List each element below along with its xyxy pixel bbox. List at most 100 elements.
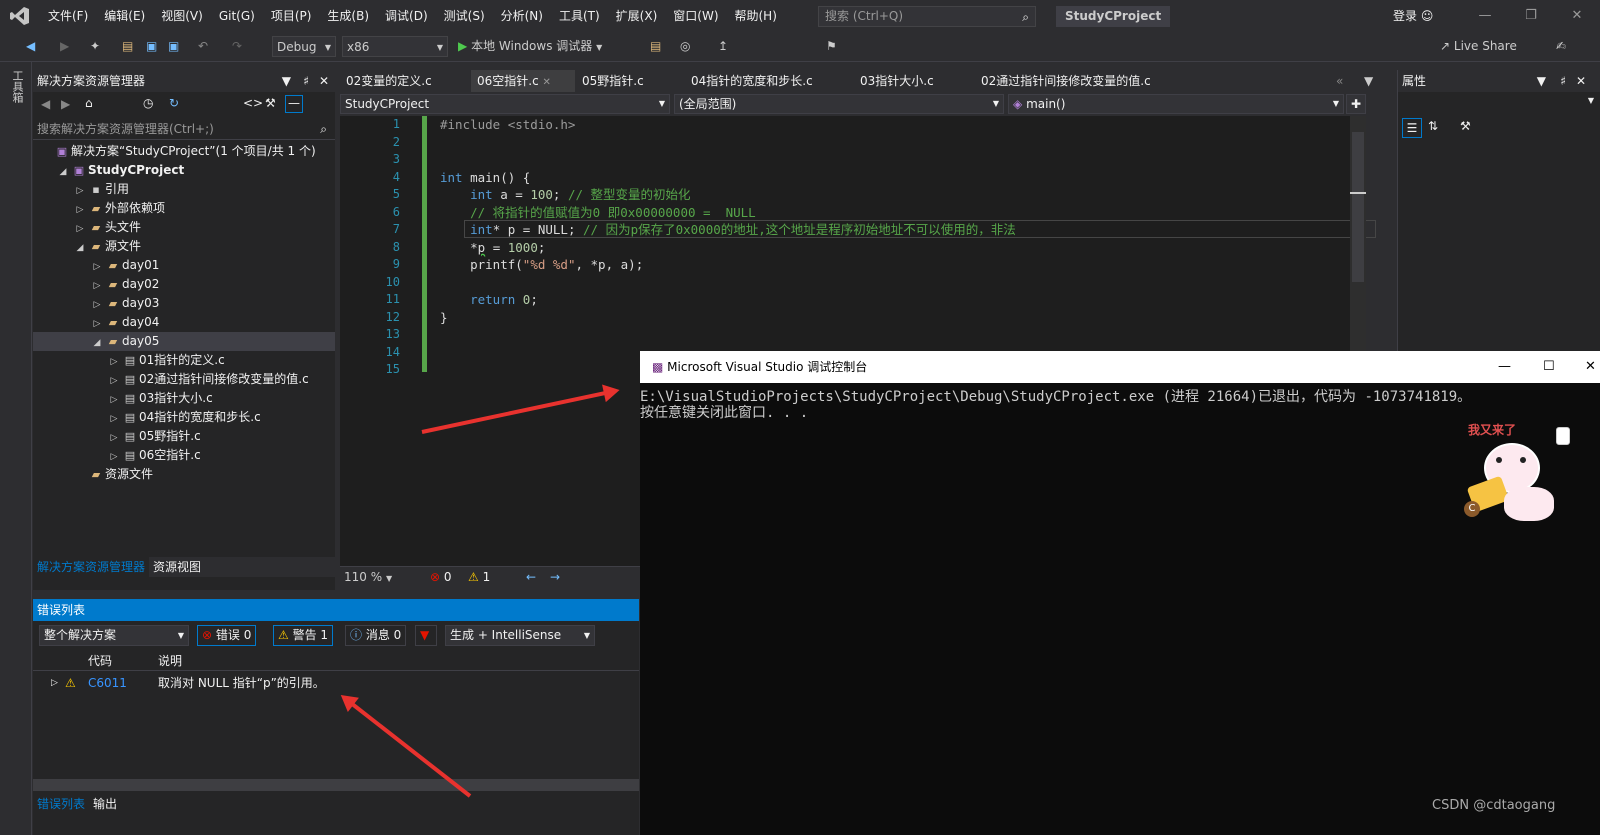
dropdown-icon[interactable]: ▼ [1537, 70, 1546, 92]
undo-icon[interactable]: ↶ [198, 36, 208, 57]
expand-icon[interactable]: ▷ [51, 673, 58, 693]
tree-item[interactable]: ▣ 解决方案“StudyCProject”(1 个项目/共 1 个) [33, 142, 335, 161]
tab-output[interactable]: 输出 [89, 794, 121, 814]
menu-item[interactable]: 分析(N) [493, 0, 551, 32]
forward-icon[interactable]: ▶ [61, 97, 70, 111]
forward-icon[interactable]: ▶ [60, 36, 69, 57]
global-search-input[interactable]: 搜索 (Ctrl+Q) ⌕ [818, 6, 1036, 27]
tree-item[interactable]: ◢ ▰ day05 [33, 332, 335, 351]
console-minimize-button[interactable]: — [1498, 351, 1511, 383]
open-folder-icon[interactable]: ▤ [122, 36, 133, 57]
nav-function-select[interactable]: ◈ main() ▼ [1008, 94, 1344, 114]
debug-console-window[interactable]: ▩ Microsoft Visual Studio 调试控制台 — ☐ ✕ E:… [640, 351, 1600, 835]
properties-selector[interactable]: ▼ [1398, 92, 1600, 116]
next-issue-icon[interactable]: → [550, 569, 560, 586]
split-icon[interactable]: ✚ [1346, 94, 1366, 114]
tree-item[interactable]: ▷ ▤ 04指针的宽度和步长.c [33, 408, 335, 427]
redo-icon[interactable]: ↷ [232, 36, 242, 57]
tab-file[interactable]: 02通过指针间接修改变量的值.c [975, 70, 1295, 92]
tree-item[interactable]: ▷ ▰ day03 [33, 294, 335, 313]
error-count[interactable]: ⊗ 0 [430, 569, 452, 586]
alphabetical-icon[interactable]: ⇅ [1428, 119, 1438, 133]
tab-error-list[interactable]: 错误列表 [33, 794, 89, 814]
categorized-icon[interactable]: ☰ [1402, 118, 1422, 138]
save-all-icon[interactable]: ▣ [168, 36, 179, 57]
menu-item[interactable]: 项目(P) [263, 0, 320, 32]
menu-item[interactable]: 文件(F) [40, 0, 96, 32]
tab-dropdown-icon[interactable]: ▼ [1358, 70, 1373, 92]
errors-filter-button[interactable]: ⊗ 错误 0 [197, 625, 257, 646]
back-icon[interactable]: ◀ [26, 36, 35, 57]
horizontal-scrollbar[interactable] [33, 779, 639, 791]
tab-overflow-icon[interactable]: « [1330, 70, 1343, 92]
login-button[interactable]: 登录 ☺ [1393, 0, 1433, 32]
browse-icon[interactable]: ◎ [680, 36, 690, 57]
pin-icon[interactable]: ♯ [1560, 70, 1566, 92]
config-select[interactable]: Debug ▼ [272, 36, 336, 57]
close-button[interactable]: ✕ [1554, 0, 1600, 32]
tree-item[interactable]: ▷ ▤ 05野指针.c [33, 427, 335, 446]
new-project-icon[interactable]: ✦ [90, 36, 100, 57]
console-close-button[interactable]: ✕ [1585, 351, 1596, 383]
close-panel-icon[interactable]: ✕ [319, 70, 329, 92]
step-icon[interactable]: ↥ [718, 36, 728, 57]
platform-select[interactable]: x86 ▼ [342, 36, 448, 57]
warning-count[interactable]: ⚠ 1 [468, 569, 490, 586]
console-maximize-button[interactable]: ☐ [1543, 351, 1555, 383]
close-panel-icon[interactable]: ✕ [1576, 70, 1586, 92]
build-filter-select[interactable]: 生成 + IntelliSense ▼ [445, 625, 595, 646]
warnings-filter-button[interactable]: ⚠ 警告 1 [273, 625, 334, 646]
tree-item[interactable]: ▷ ▰ 外部依赖项 [33, 199, 335, 218]
tab-file[interactable]: 02变量的定义.c [340, 70, 470, 92]
prev-issue-icon[interactable]: ← [526, 569, 536, 586]
tab-file[interactable]: 03指针大小.c [854, 70, 974, 92]
folder-icon[interactable]: ▤ [650, 36, 661, 57]
history-icon[interactable]: ◷ [143, 96, 153, 110]
tree-item[interactable]: ▷ ▰ day01 [33, 256, 335, 275]
code-view-icon[interactable]: <> [243, 96, 263, 110]
wrench-icon[interactable]: ⚒ [1460, 119, 1471, 133]
feedback-icon[interactable]: ✍ [1556, 36, 1566, 57]
menu-item[interactable]: 帮助(H) [727, 0, 785, 32]
col-desc-header[interactable]: 说明 [158, 651, 182, 671]
menu-item[interactable]: 窗口(W) [665, 0, 726, 32]
tree-item[interactable]: ▷ ▤ 01指针的定义.c [33, 351, 335, 370]
back-icon[interactable]: ◀ [41, 97, 50, 111]
menu-item[interactable]: 测试(S) [436, 0, 493, 32]
tree-item[interactable]: ▷ ▪ 引用 [33, 180, 335, 199]
pin-icon[interactable]: ♯ [303, 70, 309, 92]
tree-item[interactable]: ◢ ▰ 源文件 [33, 237, 335, 256]
menu-item[interactable]: 生成(B) [319, 0, 377, 32]
tab-file-active[interactable]: 06空指针.c ✕ [471, 70, 575, 92]
tab-resource-view[interactable]: 资源视图 [149, 557, 205, 577]
menu-item[interactable]: 扩展(X) [608, 0, 666, 32]
error-code-link[interactable]: C6011 [88, 673, 127, 693]
tab-file[interactable]: 05野指针.c [576, 70, 684, 92]
collapse-icon[interactable]: — [285, 95, 303, 113]
home-icon[interactable]: ⌂ [85, 96, 93, 110]
messages-filter-button[interactable]: ⓘ 消息 0 [345, 625, 407, 646]
tree-item[interactable]: ▷ ▰ 头文件 [33, 218, 335, 237]
tree-item[interactable]: ▷ ▰ day02 [33, 275, 335, 294]
se-search-input[interactable]: 搜索解决方案资源管理器(Ctrl+;) ⌕ [33, 118, 335, 140]
menu-item[interactable]: 调试(D) [377, 0, 436, 32]
dropdown-icon[interactable]: ▼ [282, 70, 291, 92]
wrench-icon[interactable]: ⚒ [265, 96, 276, 110]
tree-item[interactable]: ▷ ▤ 03指针大小.c [33, 389, 335, 408]
live-share-button[interactable]: ↗ Live Share [1440, 36, 1517, 57]
tab-file[interactable]: 04指针的宽度和步长.c [685, 70, 853, 92]
start-debug-button[interactable]: ▶ 本地 Windows 调试器 ▼ [458, 36, 602, 57]
save-icon[interactable]: ▣ [146, 36, 157, 57]
close-tab-icon[interactable]: ✕ [543, 77, 551, 88]
scrollbar-thumb[interactable] [1352, 132, 1364, 282]
tree-item[interactable]: ▰ 资源文件 [33, 465, 335, 484]
tree-item[interactable]: ▷ ▤ 02通过指针间接修改变量的值.c [33, 370, 335, 389]
menu-item[interactable]: 视图(V) [153, 0, 211, 32]
minimize-button[interactable]: — [1462, 0, 1508, 32]
error-row[interactable]: ▷ ⚠ C6011 取消对 NULL 指针“p”的引用。 [33, 673, 639, 693]
bookmark-icon[interactable]: ⚑ [826, 36, 837, 57]
tab-solution-explorer[interactable]: 解决方案资源管理器 [33, 557, 150, 577]
nav-project-select[interactable]: StudyCProject ▼ [340, 94, 670, 114]
nav-scope-select[interactable]: (全局范围) ▼ [674, 94, 1004, 114]
tree-item[interactable]: ◢ ▣ StudyCProject [33, 161, 335, 180]
